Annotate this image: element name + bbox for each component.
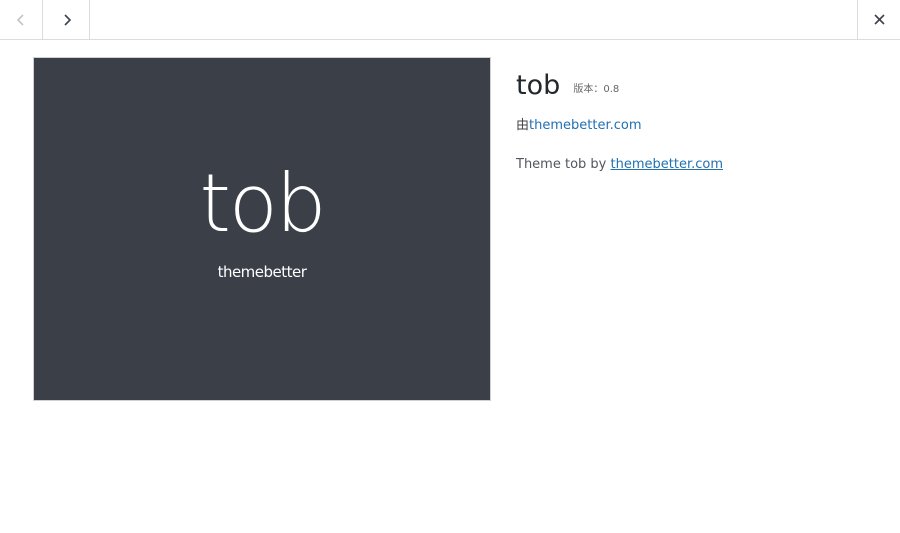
chevron-left-icon [16,13,24,26]
author-link[interactable]: themebetter.com [529,118,642,133]
chevron-right-icon [63,13,71,26]
theme-author: 由themebetter.com [516,114,876,133]
theme-name: tob [516,70,561,101]
screenshot-tagline: themebetter [217,263,307,281]
theme-version: 版本：0.8 [573,84,619,95]
theme-info: tob 版本：0.8 由themebetter.com Theme tob by… [516,70,876,172]
screenshot-logo-text: tob [199,157,326,250]
theme-overlay-header [0,0,900,40]
previous-theme-button[interactable] [0,0,43,39]
version-label: 版本： [573,84,604,95]
theme-screenshot: tob themebetter [33,57,491,401]
description-text: Theme tob by [516,157,611,172]
version-number: 0.8 [603,84,620,95]
theme-description: Theme tob by themebetter.com [516,157,876,172]
author-prefix: 由 [516,118,530,133]
description-link[interactable]: themebetter.com [611,157,724,172]
theme-heading: tob 版本：0.8 [516,70,876,102]
next-theme-button[interactable] [44,0,90,39]
close-icon [873,14,885,25]
close-button[interactable] [857,0,900,39]
